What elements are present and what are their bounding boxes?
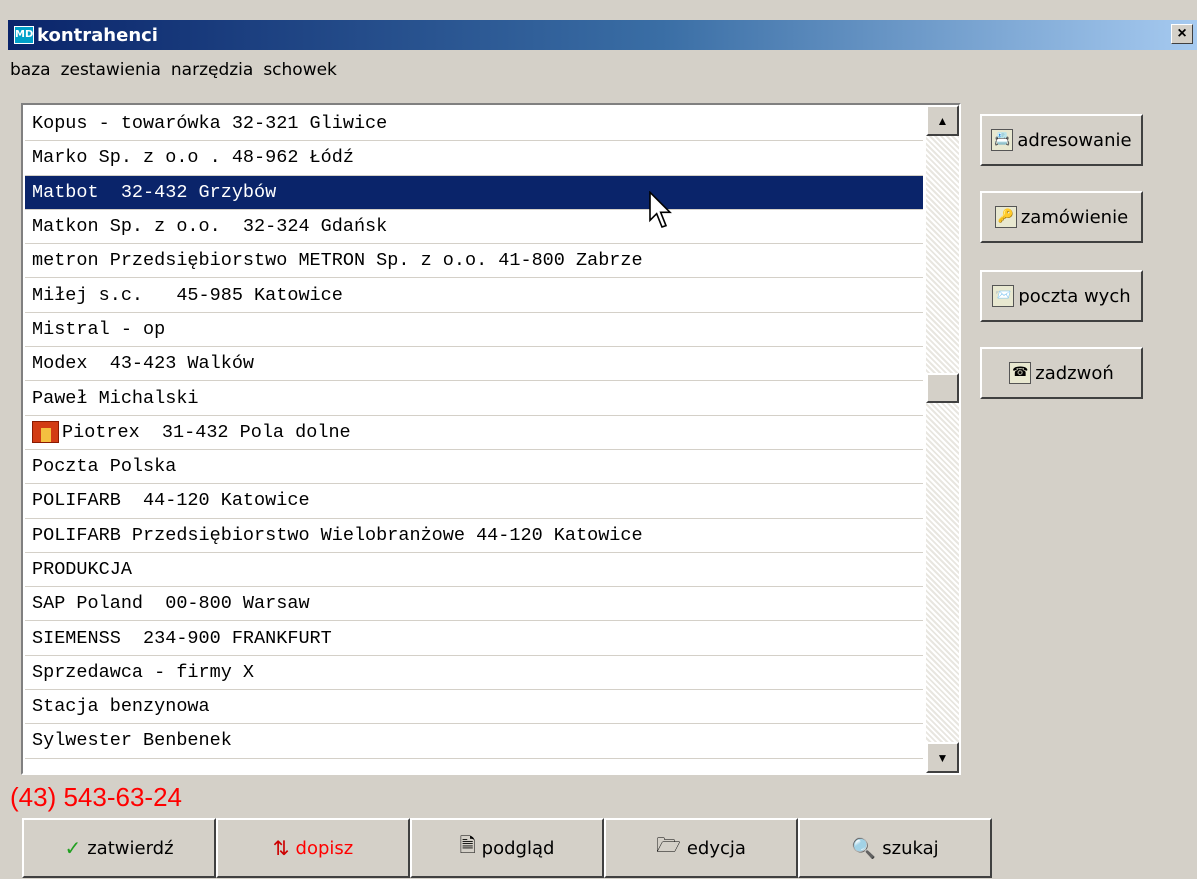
list-item-text: Kopus - towarówka 32-321 Gliwice [32, 113, 388, 135]
list-item[interactable]: Kopus - towarówka 32-321 Gliwice [25, 107, 923, 142]
preview-icon: 🗎 [459, 833, 476, 857]
addressing-label: adresowanie [1017, 129, 1132, 151]
list-item-text: Miłej s.c. 45-985 Katowice [32, 284, 343, 306]
search-icon: 🔍 [851, 836, 877, 860]
scroll-down-button[interactable]: ▼ [926, 742, 959, 773]
list-item[interactable]: SIEMENSS 234-900 FRANKFURT [25, 621, 923, 656]
list-item-text: SIEMENSS 234-900 FRANKFURT [32, 627, 332, 649]
menu-baza[interactable]: baza [10, 60, 51, 88]
close-button[interactable]: × [1171, 24, 1193, 44]
list-item[interactable]: POLIFARB Przedsiębiorstwo Wielobranżowe … [25, 519, 923, 553]
add-record-button[interactable]: ⇅ dopisz [216, 818, 410, 878]
menu-narzedzia[interactable]: narzędzia [171, 60, 253, 88]
list-item[interactable]: Mistral - op [25, 313, 923, 348]
house-icon [32, 421, 59, 444]
addressing-button[interactable]: 📇 adresowanie [980, 114, 1143, 166]
contractors-list[interactable]: Kopus - towarówka 32-321 Gliwice Marko Sp… [21, 103, 961, 775]
add-record-label: dopisz [295, 837, 354, 859]
menu-bar: baza zestawienia narzędzia schowek [10, 60, 347, 88]
order-keys-icon: 🔑 [994, 206, 1017, 228]
list-item-text: Paweł Michalski [32, 387, 199, 409]
list-item[interactable]: Miłej s.c. 45-985 Katowice [25, 278, 923, 313]
vertical-scrollbar[interactable]: ▲ ▼ [926, 105, 959, 773]
list-item-text: POLIFARB 44-120 Katowice [32, 490, 310, 512]
list-item-text: Matbot 32-432 Grzybów [32, 181, 277, 203]
address-book-icon: 📇 [991, 129, 1014, 151]
folder-open-icon: 🗁 [656, 833, 681, 857]
call-label: zadzwoń [1035, 362, 1114, 384]
list-item[interactable]: POLIFARB 44-120 Katowice [25, 484, 923, 519]
phone-icon: ☎ [1009, 362, 1032, 384]
edit-button[interactable]: 🗁 edycja [604, 818, 798, 878]
search-button[interactable]: 🔍 szukaj [798, 818, 992, 878]
list-item[interactable]: Paweł Michalski [25, 381, 923, 416]
call-button[interactable]: ☎ zadzwoń [980, 347, 1143, 399]
list-item-text: Matkon Sp. z o.o. 32-324 Gdańsk [32, 216, 388, 238]
outbox-label: poczta wych [1018, 285, 1131, 307]
list-item-text: Piotrex 31-432 Pola dolne [62, 421, 351, 443]
list-item[interactable]: Marko Sp. z o.o . 48-962 Łódź [25, 141, 923, 176]
list-item[interactable]: PRODUKCJA [25, 553, 923, 588]
title-bar: MD kontrahenci × [8, 20, 1197, 50]
outbox-mail-icon: 📨 [992, 285, 1015, 307]
list-item-text: SAP Poland 00-800 Warsaw [32, 593, 310, 615]
list-rows: Kopus - towarówka 32-321 Gliwice Marko Sp… [25, 107, 923, 759]
list-item-text: Poczta Polska [32, 456, 177, 478]
list-item-text: Stacja benzynowa [32, 696, 210, 718]
list-item[interactable]: Sylwester Benbenek [25, 724, 923, 759]
list-item-text: Modex 43-423 Walków [32, 353, 255, 375]
outbox-button[interactable]: 📨 poczta wych [980, 270, 1143, 322]
list-item[interactable]: SAP Poland 00-800 Warsaw [25, 587, 923, 622]
list-item-text: PRODUKCJA [32, 559, 132, 580]
scroll-thumb[interactable] [926, 373, 959, 403]
menu-schowek[interactable]: schowek [263, 60, 337, 88]
preview-button[interactable]: 🗎 podgląd [410, 818, 604, 878]
confirm-button[interactable]: ✓ zatwierdź [22, 818, 216, 878]
list-item-text: Sprzedawca - firmy X [32, 661, 255, 683]
mouse-cursor-icon [649, 191, 672, 228]
add-record-icon: ⇅ [272, 836, 290, 860]
scroll-up-button[interactable]: ▲ [926, 105, 959, 136]
search-label: szukaj [882, 837, 939, 859]
list-item-text: metron Przedsiębiorstwo METRON Sp. z o.o… [32, 250, 643, 272]
confirm-label: zatwierdź [87, 837, 174, 859]
list-item[interactable]: Matbot 32-432 Grzybów [25, 175, 923, 210]
list-item[interactable]: Matkon Sp. z o.o. 32-324 Gdańsk [25, 210, 923, 245]
list-item-text: Mistral - op [32, 318, 166, 340]
list-item-text: Marko Sp. z o.o . 48-962 Łódź [32, 147, 354, 169]
list-item-text: POLIFARB Przedsiębiorstwo Wielobranżowe … [32, 524, 643, 546]
app-icon: MD [14, 26, 34, 44]
list-item[interactable]: metron Przedsiębiorstwo METRON Sp. z o.o… [25, 244, 923, 279]
order-label: zamówienie [1020, 206, 1129, 228]
list-item[interactable]: Modex 43-423 Walków [25, 347, 923, 382]
list-item[interactable]: Piotrex 31-432 Pola dolne [25, 416, 923, 450]
bottom-toolbar: ✓ zatwierdź ⇅ dopisz 🗎 podgląd 🗁 edycja … [22, 818, 992, 878]
checkmark-icon: ✓ [64, 836, 82, 860]
list-item[interactable]: Poczta Polska [25, 450, 923, 485]
window-title: kontrahenci [37, 24, 158, 46]
list-item[interactable]: Stacja benzynowa [25, 690, 923, 725]
list-item-text: Sylwester Benbenek [32, 730, 232, 752]
list-item[interactable]: Sprzedawca - firmy X [25, 656, 923, 691]
phone-number: (43) 543-63-24 [10, 782, 182, 812]
preview-label: podgląd [481, 837, 555, 859]
order-button[interactable]: 🔑 zamówienie [980, 191, 1143, 243]
edit-label: edycja [686, 837, 746, 859]
menu-zestawienia[interactable]: zestawienia [61, 60, 161, 88]
